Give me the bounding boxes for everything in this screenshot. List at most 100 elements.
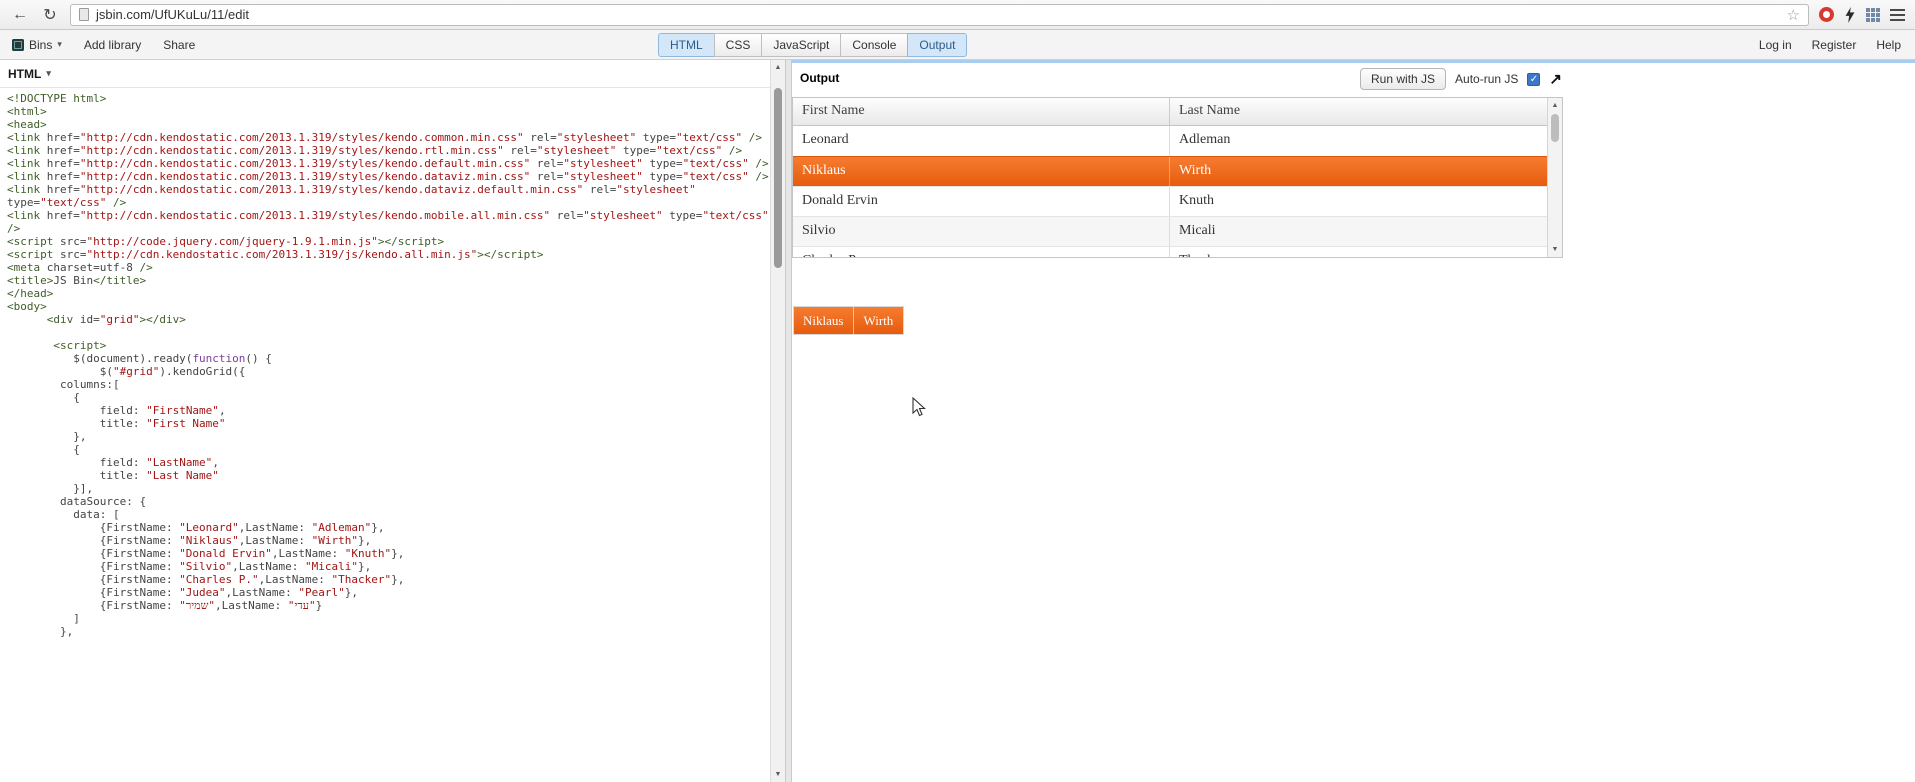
output-panel: Output Run with JS Auto-run JS ✓ ↗ First… <box>792 60 1570 782</box>
jsbin-toolbar: Bins ▾ Add library Share HTML CSS JavaScri… <box>0 30 1915 60</box>
grid-row[interactable]: Silvio Micali <box>793 216 1547 246</box>
add-library-button[interactable]: Add library <box>84 38 141 52</box>
grid-cell[interactable]: Adleman <box>1170 126 1547 156</box>
help-link[interactable]: Help <box>1876 38 1901 52</box>
grid-row[interactable]: Leonard Adleman <box>793 126 1547 156</box>
code-line: field: "FirstName", <box>7 404 226 417</box>
chevron-down-icon: ▾ <box>46 68 51 78</box>
bins-menu[interactable]: Bins ▾ <box>12 38 62 52</box>
panel-splitter[interactable] <box>785 60 792 782</box>
code-line: {FirstName: "Niklaus",LastName: "Wirth"}… <box>7 534 372 547</box>
grid-scrollbar-thumb[interactable] <box>1551 114 1559 142</box>
scroll-down-icon[interactable]: ▼ <box>1548 242 1562 257</box>
scroll-down-icon[interactable]: ▼ <box>771 767 785 782</box>
code-line: ] <box>7 612 80 625</box>
grid-cell[interactable]: Charles P. <box>793 247 1170 257</box>
grid-header-cell[interactable]: First Name <box>793 98 1170 125</box>
grid-cell[interactable]: Silvio <box>793 217 1170 246</box>
code-line: <link href="http://cdn.kendostatic.com/2… <box>7 183 696 196</box>
bins-icon <box>12 38 24 51</box>
code-line: {FirstName: "Charles P.",LastName: "Thac… <box>7 573 405 586</box>
grid-cell[interactable]: Knuth <box>1170 187 1547 216</box>
grid-body: Leonard Adleman Niklaus Wirth Donald Ervin Kn… <box>793 126 1547 257</box>
login-link[interactable]: Log in <box>1759 38 1792 52</box>
lightning-icon[interactable] <box>1844 6 1856 23</box>
code-line: {FirstName: "Judea",LastName: "Pearl"}, <box>7 586 359 599</box>
mouse-cursor <box>912 397 926 417</box>
grid-cell[interactable]: Micali <box>1170 217 1547 246</box>
code-line: {FirstName: "Silvio",LastName: "Micali"}… <box>7 560 372 573</box>
code-line: <html> <box>7 105 47 118</box>
code-line: { <box>7 391 80 404</box>
grid-cell[interactable]: Leonard <box>793 126 1170 156</box>
code-line: {FirstName: "שמיר",LastName: "עדי"} <box>7 599 323 612</box>
code-line: <meta charset=utf-8 /> <box>7 261 153 274</box>
editor-scrollbar-thumb[interactable] <box>774 88 782 268</box>
grid-scrollbar[interactable]: ▲ ▼ <box>1547 98 1562 257</box>
refresh-button[interactable]: ↻ <box>40 5 60 25</box>
tab-console[interactable]: Console <box>840 32 909 57</box>
code-line: <head> <box>7 118 47 131</box>
grid-header-cell[interactable]: Last Name <box>1170 98 1547 125</box>
code-line: }], <box>7 482 94 495</box>
code-line: columns:[ <box>7 378 120 391</box>
editor-scrollbar[interactable]: ▲ ▼ <box>770 60 785 782</box>
chip-cell: Wirth <box>854 307 904 334</box>
scroll-up-icon[interactable]: ▲ <box>1548 98 1562 113</box>
account-links: Log in Register Help <box>1759 38 1901 52</box>
autorun-js-label: Auto-run JS <box>1455 72 1519 86</box>
kendo-grid: First Name Last Name Leonard Adleman Niklau… <box>792 97 1563 258</box>
share-button[interactable]: Share <box>163 38 195 52</box>
code-line: <script src="http://code.jquery.com/jque… <box>7 235 445 248</box>
tab-css[interactable]: CSS <box>713 32 763 57</box>
kendo-grid-main: First Name Last Name Leonard Adleman Niklau… <box>793 98 1547 257</box>
autorun-js-checkbox[interactable]: ✓ <box>1527 72 1541 86</box>
code-line: title: "First Name" <box>7 417 226 430</box>
code-line: }, <box>7 625 74 638</box>
page-icon <box>79 8 89 21</box>
url-text[interactable]: jsbin.com/UfUKuLu/11/edit <box>96 7 1780 22</box>
register-link[interactable]: Register <box>1812 38 1857 52</box>
run-with-js-button[interactable]: Run with JS <box>1360 68 1447 90</box>
html-editor-panel: HTML ▾ <!DOCTYPE html> <html> <head> <link … <box>0 60 785 782</box>
grid-row[interactable]: Charles P.Thacker <box>793 246 1547 257</box>
code-line: data: [ <box>7 508 120 521</box>
scroll-up-icon[interactable]: ▲ <box>771 60 785 75</box>
grid-cell[interactable]: Thacker <box>1170 247 1547 257</box>
code-line: <body> <box>7 300 47 313</box>
code-line: type="text/css" /> <box>7 196 127 209</box>
blocker-icon[interactable] <box>1819 7 1834 22</box>
grid-row[interactable]: Niklaus Wirth <box>793 156 1547 186</box>
grid-cell[interactable]: Donald Ervin <box>793 187 1170 216</box>
chevron-down-icon: ▾ <box>57 39 62 49</box>
code-line: <link href="http://cdn.kendostatic.com/2… <box>7 209 769 222</box>
menu-icon[interactable] <box>1890 8 1905 21</box>
code-line: <link href="http://cdn.kendostatic.com/2… <box>7 170 769 183</box>
content-area: HTML ▾ <!DOCTYPE html> <html> <head> <link … <box>0 60 1915 782</box>
code-line: <link href="http://cdn.kendostatic.com/2… <box>7 131 763 144</box>
grid-header-row: First Name Last Name <box>793 98 1547 126</box>
code-line: { <box>7 443 80 456</box>
code-line: {FirstName: "Leonard",LastName: "Adleman… <box>7 521 385 534</box>
tab-javascript[interactable]: JavaScript <box>761 32 842 57</box>
tab-html[interactable]: HTML <box>658 32 715 57</box>
panel-tabs: HTML CSS JavaScript Console Output <box>658 32 968 57</box>
url-bar[interactable]: jsbin.com/UfUKuLu/11/edit ☆ <box>70 3 1809 26</box>
back-button[interactable]: ← <box>10 6 30 24</box>
code-line: <div id="grid"></div> <box>46 313 186 326</box>
code-editor[interactable]: <!DOCTYPE html> <html> <head> <link href="h… <box>0 88 770 638</box>
code-line: <!DOCTYPE html> <box>7 92 107 105</box>
apps-grid-icon[interactable] <box>1866 7 1880 22</box>
bins-label: Bins <box>29 37 53 52</box>
grid-row[interactable]: Donald Ervin Knuth <box>793 186 1547 216</box>
open-output-window-icon[interactable]: ↗ <box>1549 70 1562 88</box>
grid-cell[interactable]: Niklaus <box>793 157 1170 186</box>
bookmark-star-icon[interactable]: ☆ <box>1787 6 1800 24</box>
code-line: </head> <box>7 287 54 300</box>
output-panel-title: Output <box>800 71 840 85</box>
tab-output[interactable]: Output <box>907 32 968 57</box>
html-panel-menu[interactable]: HTML ▾ <box>0 60 770 88</box>
html-panel-title: HTML <box>8 66 42 81</box>
grid-cell[interactable]: Wirth <box>1170 157 1547 186</box>
code-line: <script src="http://cdn.kendostatic.com/… <box>7 248 544 261</box>
